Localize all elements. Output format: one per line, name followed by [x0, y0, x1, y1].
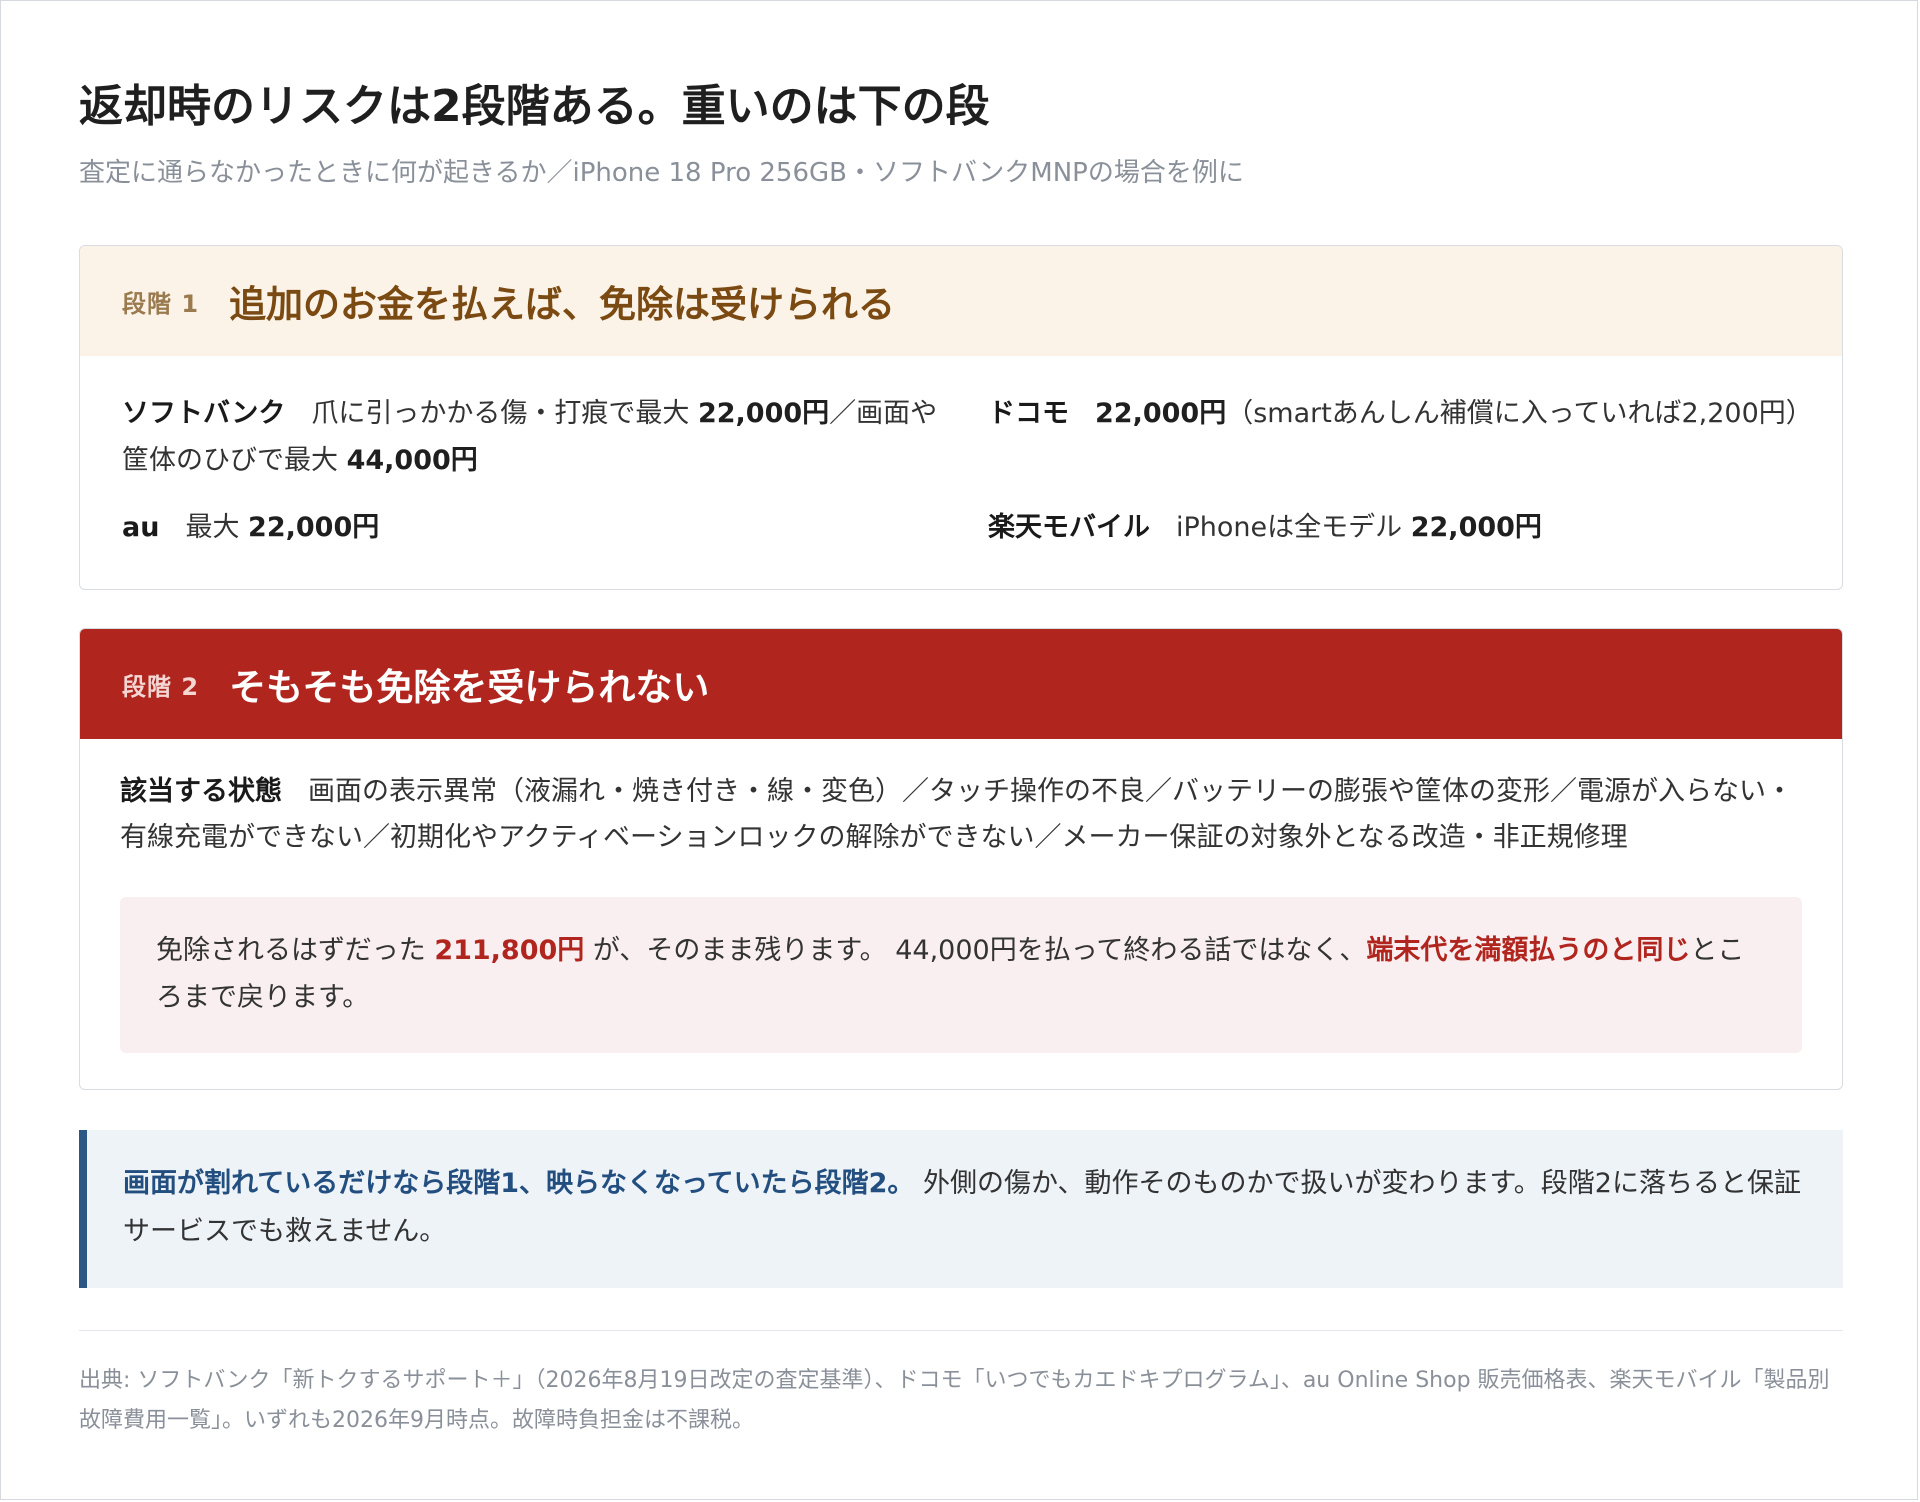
carrier-docomo: ドコモ	[988, 398, 1069, 429]
stage-1-card: 段階 1 追加のお金を払えば、免除は受けられる ソフトバンク 爪に引っかかる傷・打…	[79, 245, 1843, 590]
rakuten-amount: 22,000円	[1410, 512, 1542, 543]
softbank-fee: ソフトバンク 爪に引っかかる傷・打痕で最大 22,000円／画面や筐体のひびで最大…	[122, 390, 962, 484]
page-title: 返却時のリスクは2段階ある。重いのは下の段	[79, 81, 990, 132]
docomo-text: （smartあんしん補償に入っていれば2,200円）	[1226, 398, 1813, 429]
docomo-amount: 22,000円	[1095, 398, 1227, 429]
stage-2-body: 該当する状態 画面の表示異常（液漏れ・焼き付き・線・変色）／タッチ操作の不良／バッ…	[80, 739, 1842, 1089]
page-frame: 返却時のリスクは2段階ある。重いのは下の段 査定に通らなかったときに何が起きるか…	[0, 0, 1918, 1500]
remaining-amount: 211,800円	[434, 935, 585, 966]
summary-note: 画面が割れているだけなら段階1、映らなくなっていたら段階2。 外側の傷か、動作そ…	[79, 1130, 1843, 1288]
softbank-amount-1: 22,000円	[697, 398, 830, 429]
conditions-label: 該当する状態	[120, 776, 282, 807]
divider	[79, 1330, 1843, 1331]
rakuten-fee: 楽天モバイル iPhoneは全モデル 22,000円	[988, 504, 1828, 551]
conditions-text: 画面の表示異常（液漏れ・焼き付き・線・変色）／タッチ操作の不良／バッテリーの膨張…	[120, 776, 1793, 853]
docomo-fee: ドコモ 22,000円（smartあんしん補償に入っていれば2,200円）	[988, 390, 1828, 484]
softbank-text-1: 爪に引っかかる傷・打痕で最大	[311, 398, 698, 429]
warning-text-1: 免除されるはずだった	[156, 935, 435, 966]
au-text: 最大	[185, 512, 249, 543]
note-emphasis: 画面が割れているだけなら段階1、映らなくなっていたら段階2。	[123, 1168, 915, 1199]
stage-1-header: 段階 1 追加のお金を払えば、免除は受けられる	[80, 246, 1842, 356]
stage-2-card: 段階 2 そもそも免除を受けられない 該当する状態 画面の表示異常（液漏れ・焼き付…	[79, 628, 1843, 1090]
stage-2-title: そもそも免除を受けられない	[229, 666, 710, 709]
warning-box: 免除されるはずだった 211,800円 が、そのまま残ります。 44,000円を…	[120, 897, 1802, 1053]
stage-1-body: ソフトバンク 爪に引っかかる傷・打痕で最大 22,000円／画面や筐体のひびで最大…	[80, 356, 1842, 589]
au-fee: au 最大 22,000円	[122, 504, 962, 551]
page-subtitle: 査定に通らなかったときに何が起きるか／iPhone 18 Pro 256GB・ソ…	[79, 158, 1244, 188]
warning-text-2: が、そのまま残ります。 44,000円を払って終わる話ではなく、	[584, 935, 1367, 966]
applicable-conditions: 該当する状態 画面の表示異常（液漏れ・焼き付き・線・変色）／タッチ操作の不良／バッ…	[120, 769, 1802, 861]
au-amount: 22,000円	[248, 512, 380, 543]
stage-2-header: 段階 2 そもそも免除を受けられない	[80, 629, 1842, 739]
stage-1-label: 段階 1	[122, 289, 200, 318]
carrier-softbank: ソフトバンク	[122, 398, 286, 429]
source-note: 出典: ソフトバンク「新トクするサポート＋」（2026年8月19日改定の査定基準…	[79, 1368, 1830, 1433]
carrier-au: au	[122, 512, 160, 543]
carrier-rakuten: 楽天モバイル	[988, 512, 1150, 543]
stage-2-label: 段階 2	[122, 672, 200, 701]
warning-emphasis: 端末代を満額払うのと同じ	[1366, 935, 1691, 966]
softbank-amount-2: 44,000円	[346, 445, 478, 476]
rakuten-text: iPhoneは全モデル	[1176, 512, 1411, 543]
article: 返却時のリスクは2段階ある。重いのは下の段 査定に通らなかったときに何が起きるか…	[79, 79, 1843, 1441]
stage-1-title: 追加のお金を払えば、免除は受けられる	[229, 283, 896, 326]
